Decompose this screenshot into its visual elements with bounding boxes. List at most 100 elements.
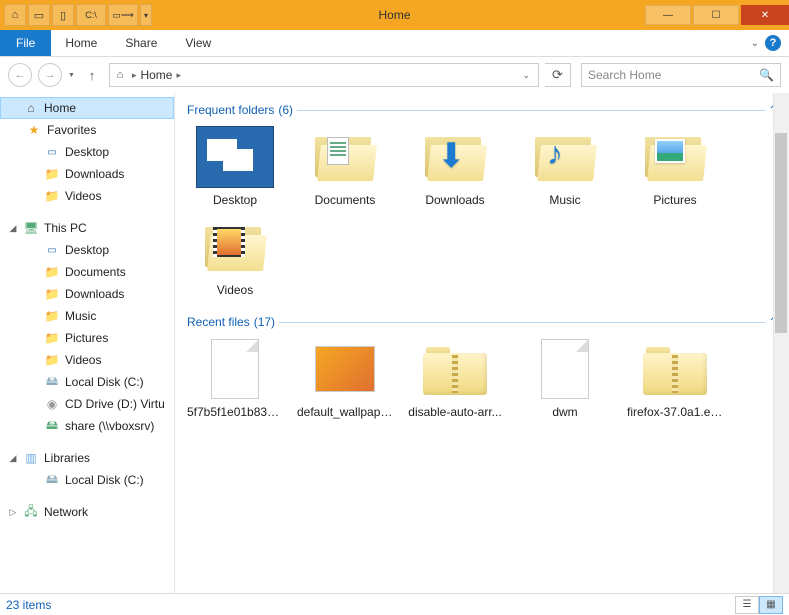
network-icon: 🖧 — [23, 504, 39, 520]
tree-fav-videos[interactable]: 📁Videos — [0, 185, 174, 207]
ribbon-expand-icon[interactable]: ⌄ — [751, 38, 759, 49]
section-frequent-folders[interactable]: Frequent folders (6) ⌃ — [187, 103, 777, 117]
qat-new-folder-icon[interactable]: ▯ — [52, 4, 74, 26]
scrollbar[interactable] — [773, 93, 789, 593]
star-icon: ★ — [26, 122, 42, 138]
details-view-button[interactable]: ☰ — [735, 596, 759, 614]
file-icon — [211, 339, 259, 399]
tree-pc-pictures[interactable]: 📁Pictures — [0, 327, 174, 349]
minimize-button[interactable]: — — [645, 5, 691, 25]
scrollbar-thumb[interactable] — [775, 133, 787, 333]
item-file[interactable]: dwm — [517, 337, 613, 419]
recent-locations-dropdown[interactable]: ▼ — [68, 72, 75, 79]
photo-overlay-icon — [655, 139, 685, 163]
address-dropdown-icon[interactable]: ⌄ — [516, 70, 536, 81]
tree-pc-desktop[interactable]: ▭Desktop — [0, 239, 174, 261]
disk-icon: 🖴 — [44, 472, 60, 488]
tree-fav-desktop[interactable]: ▭Desktop — [0, 141, 174, 163]
folder-icon: 📁 — [44, 308, 60, 324]
refresh-button[interactable]: ⟳ — [545, 63, 571, 87]
qat-properties-icon[interactable]: ▭ — [28, 4, 50, 26]
search-input[interactable] — [588, 68, 759, 82]
item-videos[interactable]: Videos — [187, 215, 283, 297]
up-button[interactable]: ↑ — [81, 64, 103, 86]
tab-home[interactable]: Home — [51, 30, 111, 56]
music-note-icon: ♪ — [547, 137, 563, 169]
search-icon[interactable]: 🔍 — [759, 68, 774, 82]
qat-ps-icon[interactable]: ▭⟶ — [108, 4, 138, 26]
image-file-icon — [315, 346, 375, 392]
item-file[interactable]: 5f7b5f1e01b8376... — [187, 337, 283, 419]
desktop-icon: ▭ — [44, 242, 60, 258]
expand-icon[interactable]: ▷ — [8, 507, 18, 518]
collapse-icon[interactable]: ◢ — [8, 223, 18, 234]
tree-pc-music[interactable]: 📁Music — [0, 305, 174, 327]
folder-icon: 📁 — [44, 286, 60, 302]
tree-lib-local-disk[interactable]: 🖴Local Disk (C:) — [0, 469, 174, 491]
search-box[interactable]: 🔍 — [581, 63, 781, 87]
desktop-icon: ▭ — [44, 144, 60, 160]
tree-network[interactable]: ▷ 🖧 Network — [0, 501, 174, 523]
forward-button[interactable]: → — [38, 63, 62, 87]
tree-pc-documents[interactable]: 📁Documents — [0, 261, 174, 283]
section-title: Recent files — [187, 315, 250, 329]
back-button[interactable]: ← — [8, 63, 32, 87]
network-drive-icon: 🖴 — [44, 418, 60, 434]
section-count: (17) — [254, 315, 275, 329]
navigation-bar: ← → ▼ ↑ ⌂ ▸ Home ▸ ⌄ ⟳ 🔍 — [0, 57, 789, 93]
section-recent-files[interactable]: Recent files (17) ⌃ — [187, 315, 777, 329]
tree-pc-downloads[interactable]: 📁Downloads — [0, 283, 174, 305]
chevron-right-icon[interactable]: ▸ — [176, 70, 181, 81]
maximize-button[interactable]: ☐ — [693, 5, 739, 25]
frequent-folders-grid: Desktop Documents ⬇ Downloads ♪ Music Pi… — [187, 125, 777, 297]
item-image[interactable]: default_wallpape... — [297, 337, 393, 419]
pc-icon: 🖥 — [23, 220, 39, 236]
tree-pc-share[interactable]: 🖴share (\\vboxsrv) — [0, 415, 174, 437]
address-bar[interactable]: ⌂ ▸ Home ▸ ⌄ — [109, 63, 539, 87]
qat-cmd-icon[interactable]: C:\ — [76, 4, 106, 26]
tree-this-pc[interactable]: ◢ 🖥 This PC — [0, 217, 174, 239]
icons-view-button[interactable]: ▦ — [759, 596, 783, 614]
file-tab[interactable]: File — [0, 30, 51, 56]
item-downloads[interactable]: ⬇ Downloads — [407, 125, 503, 207]
libraries-icon: ▥ — [23, 450, 39, 466]
tree-fav-downloads[interactable]: 📁Downloads — [0, 163, 174, 185]
item-zip[interactable]: disable-auto-arr... — [407, 337, 503, 419]
tree-pc-videos[interactable]: 📁Videos — [0, 349, 174, 371]
navigation-pane[interactable]: ⌂ Home ★ Favorites ▭Desktop 📁Downloads 📁… — [0, 93, 175, 593]
qat-home-icon[interactable]: ⌂ — [4, 4, 26, 26]
tree-label: Network — [44, 505, 88, 519]
help-icon[interactable]: ? — [765, 35, 781, 51]
content-pane[interactable]: Frequent folders (6) ⌃ Desktop Documents… — [175, 93, 789, 593]
recent-files-grid: 5f7b5f1e01b8376... default_wallpape... d… — [187, 337, 777, 419]
close-button[interactable]: ✕ — [741, 5, 789, 25]
quick-access-toolbar: ⌂ ▭ ▯ C:\ ▭⟶ ▾ — [0, 2, 156, 28]
folder-icon: 📁 — [44, 330, 60, 346]
tree-label: Libraries — [44, 451, 90, 465]
item-zip[interactable]: firefox-37.0a1.en... — [627, 337, 723, 419]
zip-folder-icon — [643, 343, 707, 395]
item-desktop[interactable]: Desktop — [187, 125, 283, 207]
qat-dropdown-icon[interactable]: ▾ — [140, 4, 152, 26]
desktop-icon — [196, 126, 274, 188]
disk-icon: 🖴 — [44, 374, 60, 390]
tree-home[interactable]: ⌂ Home — [0, 97, 174, 119]
item-music[interactable]: ♪ Music — [517, 125, 613, 207]
file-icon — [541, 339, 589, 399]
tab-view[interactable]: View — [171, 30, 225, 56]
window-controls: — ☐ ✕ — [645, 5, 789, 25]
tree-label: This PC — [44, 221, 87, 235]
tree-pc-local-disk[interactable]: 🖴Local Disk (C:) — [0, 371, 174, 393]
chevron-right-icon[interactable]: ▸ — [132, 70, 137, 81]
section-divider — [297, 110, 765, 111]
tab-share[interactable]: Share — [111, 30, 171, 56]
tree-favorites[interactable]: ★ Favorites — [0, 119, 174, 141]
item-documents[interactable]: Documents — [297, 125, 393, 207]
collapse-icon[interactable]: ◢ — [8, 453, 18, 464]
tree-pc-cd-drive[interactable]: ◉CD Drive (D:) Virtu — [0, 393, 174, 415]
address-location[interactable]: Home — [140, 68, 172, 82]
home-icon: ⌂ — [112, 68, 128, 82]
ribbon-tabs: File Home Share View ⌄ ? — [0, 30, 789, 57]
item-pictures[interactable]: Pictures — [627, 125, 723, 207]
tree-libraries[interactable]: ◢ ▥ Libraries — [0, 447, 174, 469]
